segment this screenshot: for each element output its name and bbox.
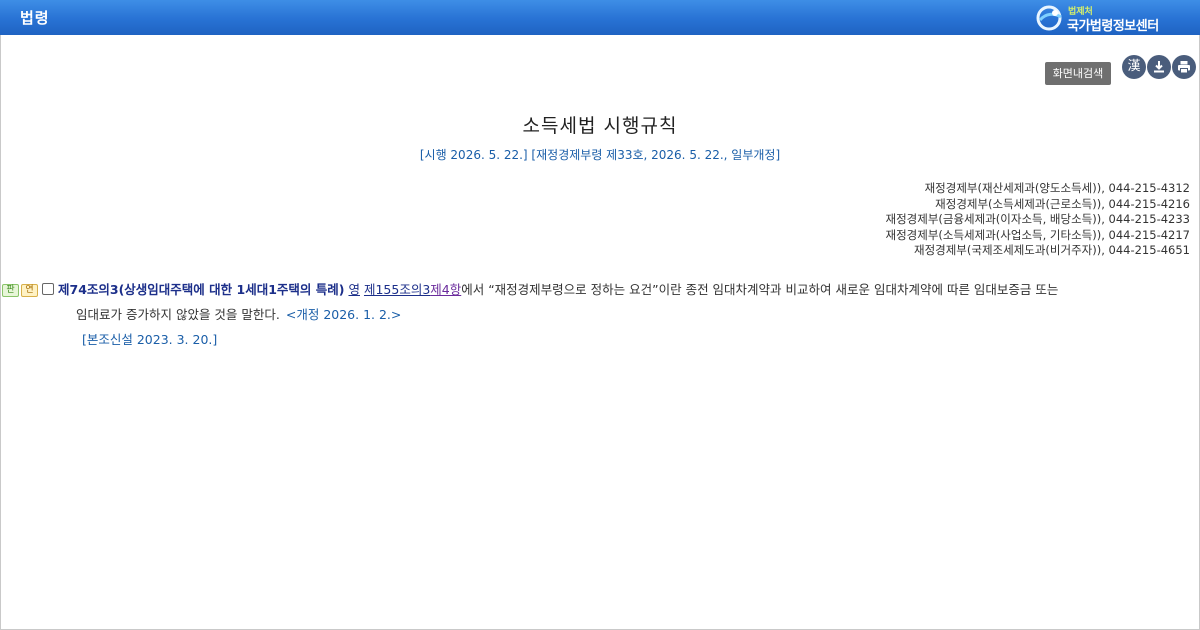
contact-line: 재정경제부(소득세제과(근로소득)), 044-215-4216 bbox=[935, 196, 1190, 211]
article-line-2: 임대료가 증가하지 않았을 것을 말한다. <개정 2026. 1. 2.> bbox=[2, 302, 1196, 327]
printer-icon bbox=[1178, 61, 1190, 74]
article-body-text: 임대료가 증가하지 않았을 것을 말한다. bbox=[76, 307, 280, 322]
document-enforcement-info: [시행 2026. 5. 22.] [재정경제부령 제33호, 2026. 5.… bbox=[419, 148, 781, 162]
contact-line: 재정경제부(국제조세제도과(비거주자)), 044-215-4651 bbox=[913, 243, 1190, 257]
ministry-contacts: 재정경제부(재산세제과(양도소득세)), 044-215-4312 재정경제부(… bbox=[886, 181, 1190, 259]
paragraph-ref-link[interactable]: 제4항 bbox=[430, 282, 461, 297]
law-center-logo[interactable]: 법제처 국가법령정보센터 bbox=[1036, 3, 1176, 34]
article-origin-note: [본조신설 2023. 3. 20.] bbox=[82, 332, 218, 347]
amendment-note-link[interactable]: <개정 2026. 1. 2.> bbox=[286, 307, 402, 322]
contact-line: 재정경제부(재산세제과(양도소득세)), 044-215-4312 bbox=[924, 181, 1190, 195]
history-tag-button[interactable]: 연 bbox=[21, 284, 38, 297]
precedent-tag-button[interactable]: 판 bbox=[2, 284, 19, 297]
contact-line: 재정경제부(금융세제과(이자소득, 배당소득)), 044-215-4233 bbox=[885, 212, 1190, 226]
print-button[interactable] bbox=[1172, 55, 1196, 79]
contact-line: 재정경제부(소득세제과(사업소득, 기타소득)), 044-215-4217 bbox=[885, 227, 1190, 242]
article-body-text: 에서 “재정경제부령으로 정하는 요건”이란 종전 임대차계약과 비교하여 새로… bbox=[461, 282, 1059, 297]
hanja-toggle-button[interactable]: 漢 bbox=[1122, 55, 1146, 79]
top-bar: 법령 법제처 국가법령정보센터 bbox=[0, 0, 1200, 35]
article-title: 제74조의3(상생임대주택에 대한 1세대1주택의 특례) bbox=[58, 282, 345, 297]
article-block: 판 연 제74조의3(상생임대주택에 대한 1세대1주택의 특례) 영 제155조의… bbox=[2, 277, 1196, 352]
save-button[interactable] bbox=[1147, 55, 1171, 79]
topbar-title: 법령 bbox=[20, 9, 50, 27]
decree-ref-link[interactable]: 영 bbox=[348, 282, 360, 297]
logo-mark-icon bbox=[1036, 5, 1062, 31]
article-line-1: 판 연 제74조의3(상생임대주택에 대한 1세대1주택의 특례) 영 제155조의… bbox=[2, 277, 1196, 302]
document-title: 소득세법 시행규칙 bbox=[522, 115, 678, 137]
article-checkbox[interactable] bbox=[42, 283, 54, 295]
in-page-search-button[interactable]: 화면내검색 bbox=[1045, 62, 1111, 85]
article-ref-link[interactable]: 제155조의3 bbox=[364, 282, 430, 297]
download-icon bbox=[1154, 61, 1164, 73]
logo-center-text: 국가법령정보센터 bbox=[1067, 19, 1159, 34]
